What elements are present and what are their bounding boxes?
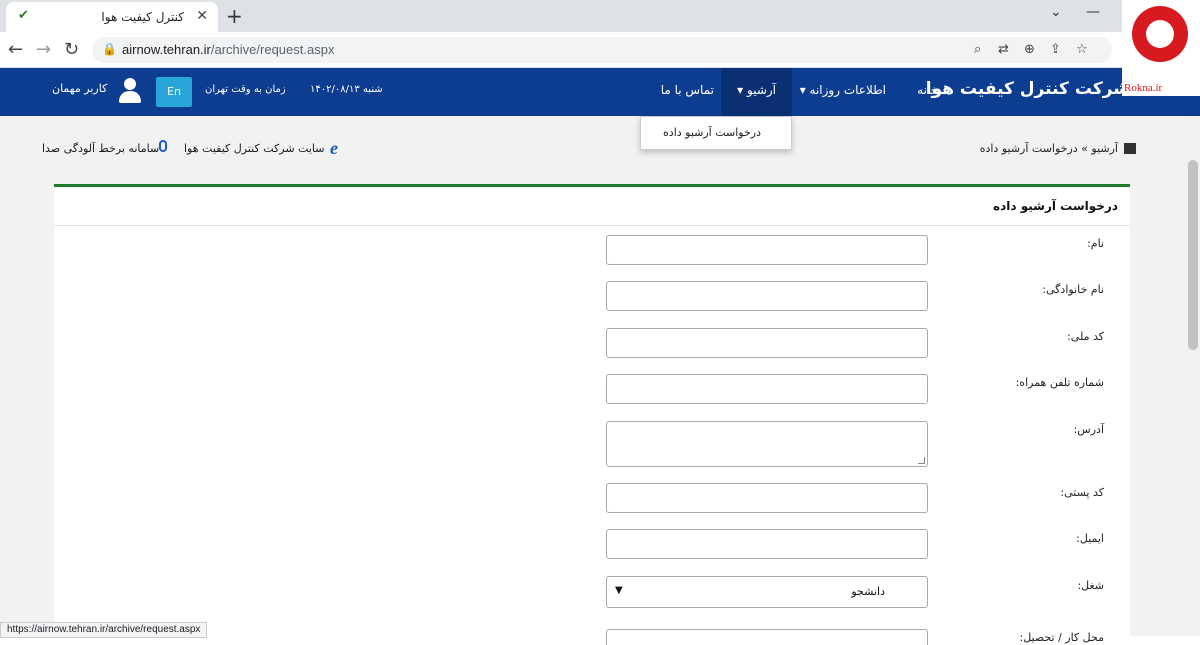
browser-tab[interactable]: ✔ کنترل کیفیت هوا ✕: [6, 2, 218, 32]
last-name-label: نام خانوادگی:: [1042, 283, 1104, 296]
reload-icon[interactable]: ↻: [64, 39, 79, 60]
microphone-icon[interactable]: [159, 140, 167, 152]
rokna-logo: Rokna.ir: [1122, 0, 1200, 96]
request-form-panel: درخواست آرشیو داده نام: نام خانوادگی: کد…: [54, 184, 1130, 645]
nav-archive[interactable]: آرشیو ▾: [721, 68, 792, 116]
browser-tabbar: ✔ کنترل کیفیت هوا ✕ + ⌄ —: [0, 0, 1200, 32]
job-label: شغل:: [1077, 579, 1104, 592]
archive-box-icon: [1124, 143, 1136, 154]
translate-icon[interactable]: ⇄: [998, 42, 1009, 57]
language-button[interactable]: En: [156, 77, 192, 107]
email-input[interactable]: [606, 529, 928, 559]
time-zone-label: زمان به وقت تهران: [205, 84, 286, 95]
zoom-icon[interactable]: ⊕: [1024, 42, 1035, 57]
rokna-logo-mark-icon: [1132, 6, 1188, 62]
resize-grip-icon[interactable]: [918, 457, 925, 464]
site-favicon-icon: ✔: [18, 8, 29, 23]
search-icon[interactable]: ⌕: [974, 42, 981, 57]
address-bar[interactable]: 🔒 airnow.tehran.ir/archive/request.aspx …: [92, 37, 1112, 63]
form-title: درخواست آرشیو داده: [993, 199, 1118, 213]
chevron-down-icon: ▼: [615, 585, 623, 596]
workplace-input[interactable]: [606, 629, 928, 645]
url-text: airnow.tehran.ir/archive/request.aspx: [122, 42, 335, 57]
menu-item-archive-request[interactable]: درخواست آرشیو داده: [663, 126, 761, 139]
current-date: شنبه ۱۴۰۲/۰۸/۱۳: [310, 84, 383, 95]
user-avatar-icon: [118, 78, 142, 104]
postal-code-input[interactable]: [606, 483, 928, 513]
last-name-input[interactable]: [606, 281, 928, 311]
minimize-icon[interactable]: —: [1086, 4, 1100, 20]
first-name-label: نام:: [1087, 237, 1104, 250]
forward-icon[interactable]: →: [36, 39, 51, 60]
first-name-input[interactable]: [606, 235, 928, 265]
workplace-label: محل کار / تحصیل:: [1019, 631, 1104, 644]
site-brand[interactable]: شرکت کنترل کیفیت هوا: [926, 79, 1130, 99]
nav-home[interactable]: خانه: [917, 83, 938, 97]
national-code-input[interactable]: [606, 328, 928, 358]
link-noise-pollution-system[interactable]: سامانه برخط آلودگی صدا: [42, 142, 159, 155]
bookmark-star-icon[interactable]: ☆: [1076, 42, 1088, 57]
nav-contact[interactable]: تماس با ما: [661, 83, 714, 97]
browser-toolbar: ← → ↻ 🔒 airnow.tehran.ir/archive/request…: [0, 32, 1200, 68]
guest-user-label[interactable]: کاربر مهمان: [52, 82, 107, 95]
site-header: شرکت کنترل کیفیت هوا خانه اطلاعات روزانه…: [0, 68, 1200, 116]
share-icon[interactable]: ⇪: [1050, 42, 1061, 57]
email-label: ایمیل:: [1076, 532, 1104, 545]
link-air-quality-site[interactable]: سایت شرکت کنترل کیفیت هوا: [184, 142, 324, 155]
website-e-icon[interactable]: e: [330, 138, 338, 159]
national-code-label: کد ملی:: [1067, 330, 1104, 343]
new-tab-icon[interactable]: +: [226, 4, 243, 28]
archive-dropdown-menu: درخواست آرشیو داده: [640, 116, 792, 150]
job-select[interactable]: دانشجو ▼: [606, 576, 928, 608]
close-tab-icon[interactable]: ✕: [196, 8, 208, 24]
back-icon[interactable]: ←: [8, 39, 23, 60]
tab-title: کنترل کیفیت هوا: [101, 10, 184, 24]
tab-search-icon[interactable]: ⌄: [1050, 4, 1062, 20]
postal-code-label: کد پستی:: [1060, 486, 1104, 499]
breadcrumb[interactable]: آرشیو » درخواست آرشیو داده: [980, 142, 1118, 155]
mobile-input[interactable]: [606, 374, 928, 404]
scrollbar-thumb[interactable]: [1188, 160, 1198, 350]
link-status-bar: https://airnow.tehran.ir/archive/request…: [0, 622, 208, 638]
job-selected-value: دانشجو: [851, 585, 885, 598]
lock-icon[interactable]: 🔒: [102, 42, 117, 56]
mobile-label: شماره تلفن همراه:: [1015, 376, 1104, 389]
divider: [54, 225, 1130, 226]
watermark-text: Rokna.ir: [1124, 82, 1163, 94]
address-textarea[interactable]: [606, 421, 928, 467]
nav-daily-info[interactable]: اطلاعات روزانه ▾: [800, 83, 886, 97]
address-label: آدرس:: [1073, 423, 1104, 436]
